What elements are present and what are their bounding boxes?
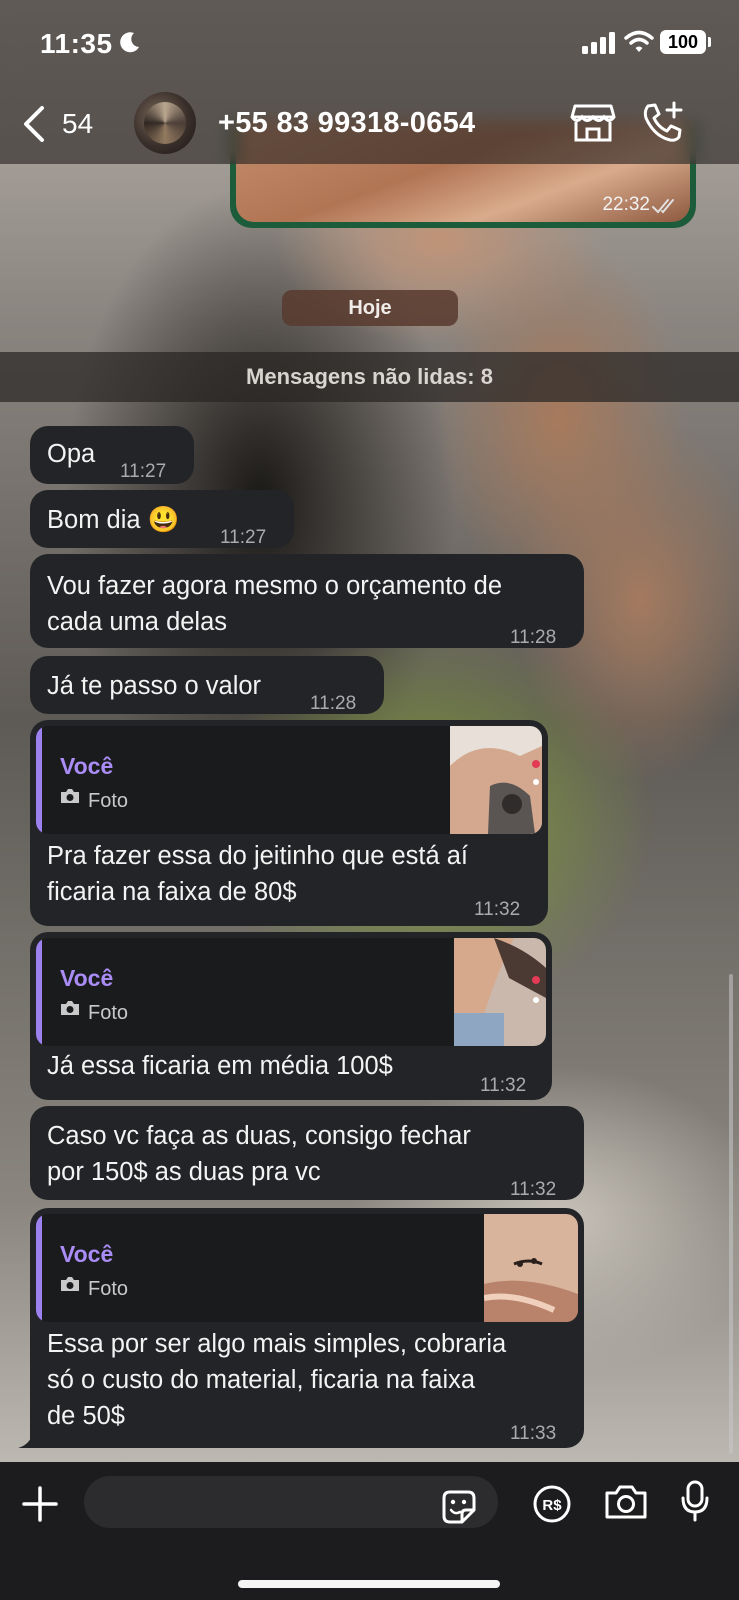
reply-accent-bar — [36, 726, 42, 834]
wifi-icon — [624, 30, 654, 52]
message-text: Opa — [47, 440, 96, 468]
reply-type: Foto — [88, 1002, 129, 1024]
message-text-line: cada uma delas — [47, 608, 228, 636]
sticker-icon[interactable] — [440, 1488, 478, 1526]
message-text: Bom dia 😃 — [47, 506, 180, 534]
bubble-tail — [18, 1428, 48, 1448]
message-text: Já essa ficaria em média 100$ — [47, 1052, 393, 1080]
reply-photo-thumbnail[interactable] — [450, 726, 542, 834]
reply-message-bubble[interactable]: Você Foto Já essa ficaria em média 100$ … — [30, 932, 552, 1100]
signal-icon — [582, 32, 615, 54]
camera-icon[interactable] — [604, 1484, 648, 1520]
message-time: 11:27 — [120, 461, 167, 482]
back-icon[interactable] — [20, 104, 50, 144]
reply-photo-thumbnail[interactable] — [484, 1214, 578, 1322]
message-text-line: só o custo do material, ficaria na faixa — [47, 1366, 476, 1394]
store-icon[interactable] — [570, 102, 616, 144]
message-time: 11:32 — [474, 899, 521, 920]
message-text: Já te passo o valor — [47, 672, 262, 700]
date-separator: Hoje — [282, 290, 458, 326]
reply-message-bubble[interactable]: Você Foto Essa por ser algo mais simples… — [30, 1208, 584, 1448]
battery-nub — [708, 37, 711, 47]
status-bar: 11:35 100 — [0, 0, 739, 88]
message-time: 22:32 — [602, 194, 650, 215]
camera-icon — [61, 1277, 79, 1291]
unread-messages-banner: Mensagens não lidas: 8 — [0, 352, 739, 402]
reply-accent-bar — [36, 1214, 42, 1322]
battery-indicator: 100 — [660, 30, 706, 54]
avatar[interactable] — [134, 92, 196, 154]
unread-chats-count[interactable]: 54 — [62, 108, 93, 140]
camera-icon — [61, 1001, 79, 1015]
message-text-line: Caso vc faça as duas, consigo fechar — [47, 1122, 471, 1150]
reply-type: Foto — [88, 1278, 129, 1300]
reply-message-bubble[interactable]: Você Foto Pra fazer essa do jeitinho que… — [30, 720, 548, 926]
add-call-icon[interactable] — [640, 100, 686, 146]
message-text-line: ficaria na faixa de 80$ — [47, 878, 297, 906]
reply-author: Você — [60, 1241, 114, 1267]
quoted-reply[interactable]: Você Foto — [36, 1214, 578, 1322]
pix-icon[interactable]: R$ — [532, 1484, 572, 1524]
reply-accent-bar — [36, 938, 42, 1046]
camera-icon — [61, 789, 79, 803]
message-time: 11:28 — [510, 627, 557, 648]
message-bubble[interactable]: Bom dia 😃 11:27 — [30, 490, 294, 548]
moon-icon — [120, 32, 139, 53]
home-indicator[interactable] — [238, 1580, 500, 1588]
message-text-line: por 150$ as duas pra vc — [47, 1158, 321, 1186]
message-text-line: Essa por ser algo mais simples, cobraria — [47, 1330, 507, 1358]
message-bubble[interactable]: Vou fazer agora mesmo o orçamento de cad… — [30, 554, 584, 648]
message-time: 11:28 — [310, 693, 357, 714]
mic-icon[interactable] — [680, 1480, 710, 1522]
message-text-line: de 50$ — [47, 1402, 125, 1430]
read-check-icon — [652, 199, 674, 214]
message-bubble[interactable]: Opa 11:27 — [30, 426, 194, 484]
scroll-indicator[interactable] — [729, 974, 733, 1454]
message-text-line: Vou fazer agora mesmo o orçamento de — [47, 572, 503, 600]
quoted-reply[interactable]: Você Foto — [36, 938, 546, 1046]
quoted-reply[interactable]: Você Foto — [36, 726, 542, 834]
message-time: 11:32 — [510, 1179, 557, 1200]
message-text-line: Pra fazer essa do jeitinho que está aí — [47, 842, 469, 870]
message-time: 11:27 — [220, 527, 267, 548]
status-time: 11:35 — [40, 28, 113, 59]
message-time: 11:32 — [480, 1075, 527, 1096]
message-bubble[interactable]: Caso vc faça as duas, consigo fechar por… — [30, 1106, 584, 1200]
reply-author: Você — [60, 965, 114, 991]
message-bubble[interactable]: Já te passo o valor 11:28 — [30, 656, 384, 714]
plus-icon[interactable] — [22, 1486, 58, 1522]
reply-photo-thumbnail[interactable] — [454, 938, 546, 1046]
reply-author: Você — [60, 753, 114, 779]
message-input[interactable] — [84, 1476, 498, 1528]
reply-type: Foto — [88, 790, 129, 812]
svg-text:R$: R$ — [542, 1497, 562, 1514]
message-time: 11:33 — [510, 1423, 557, 1444]
contact-name[interactable]: +55 83 99318-0654 — [218, 107, 475, 140]
